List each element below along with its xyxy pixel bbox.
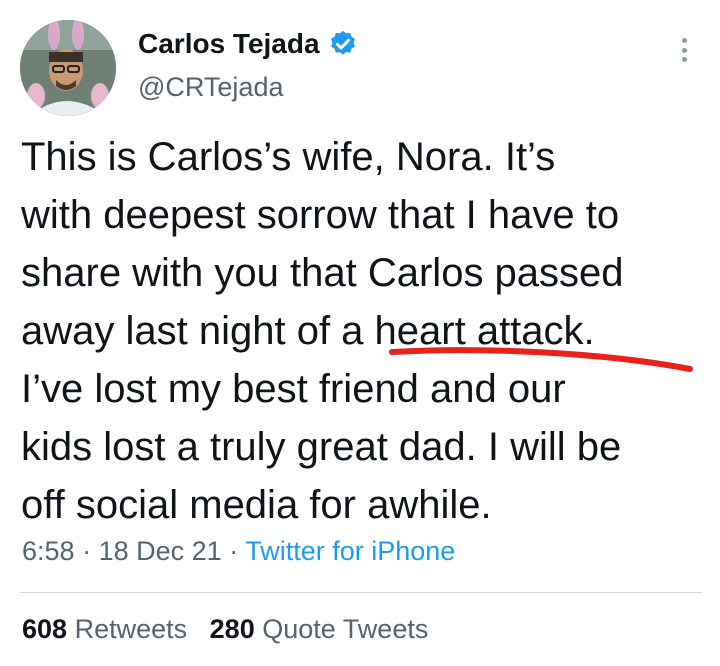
retweets-stat[interactable]: 608 Retweets bbox=[22, 614, 187, 644]
tweet-date[interactable]: 18 Dec 21 bbox=[99, 536, 222, 566]
quote-tweets-stat[interactable]: 280 Quote Tweets bbox=[210, 614, 429, 644]
tweet-source-link[interactable]: Twitter for iPhone bbox=[245, 536, 455, 566]
meta-separator: · bbox=[82, 536, 92, 566]
quote-tweets-count: 280 bbox=[209, 614, 255, 644]
retweets-label: Retweets bbox=[74, 614, 188, 644]
tweet-stats: 608 Retweets 280 Quote Tweets bbox=[22, 614, 428, 645]
meta-separator: · bbox=[229, 536, 239, 566]
retweets-count: 608 bbox=[22, 614, 68, 644]
quote-tweets-label: Quote Tweets bbox=[262, 614, 429, 644]
divider bbox=[20, 592, 702, 593]
tweet-meta: 6:58 · 18 Dec 21 · Twitter for iPhone bbox=[22, 536, 455, 567]
tweet-time[interactable]: 6:58 bbox=[22, 536, 75, 566]
